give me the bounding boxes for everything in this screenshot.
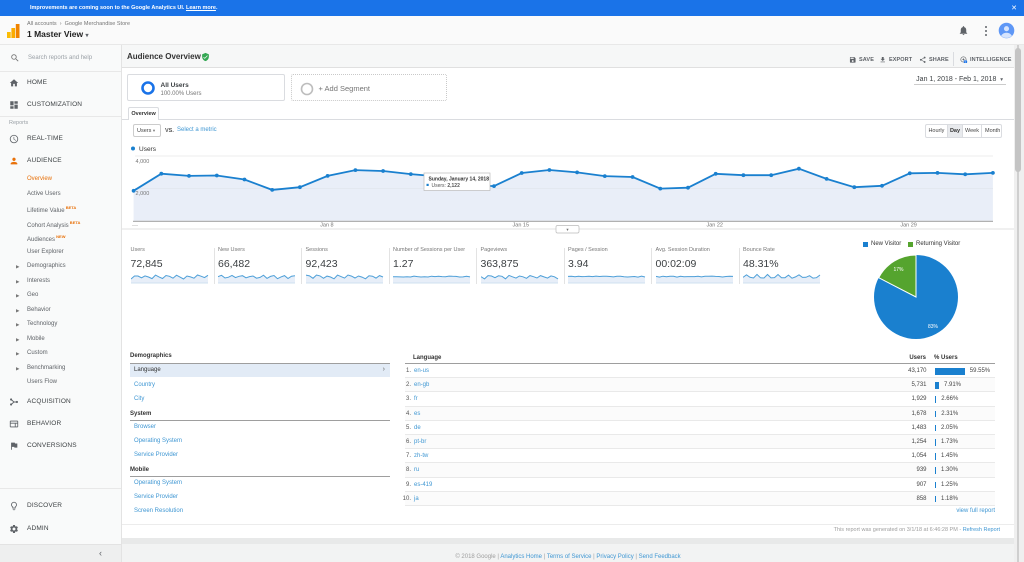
svg-text:Sunday, January 14, 2018: Sunday, January 14, 2018 [429,177,490,183]
svg-text:Jan 29: Jan 29 [900,223,917,229]
svg-text:17%: 17% [893,267,904,273]
svg-text:83%: 83% [928,324,939,330]
svg-text:Users: 2,122: Users: 2,122 [432,183,461,189]
svg-text:Users: Users [139,146,157,153]
svg-text:Jan 22: Jan 22 [706,223,723,229]
svg-text:4,000: 4,000 [136,159,150,165]
svg-text:2,000: 2,000 [136,191,150,197]
svg-text:Jan 8: Jan 8 [320,223,333,229]
svg-text:⋯: ⋯ [132,224,138,230]
svg-text:Jan 15: Jan 15 [513,223,530,229]
